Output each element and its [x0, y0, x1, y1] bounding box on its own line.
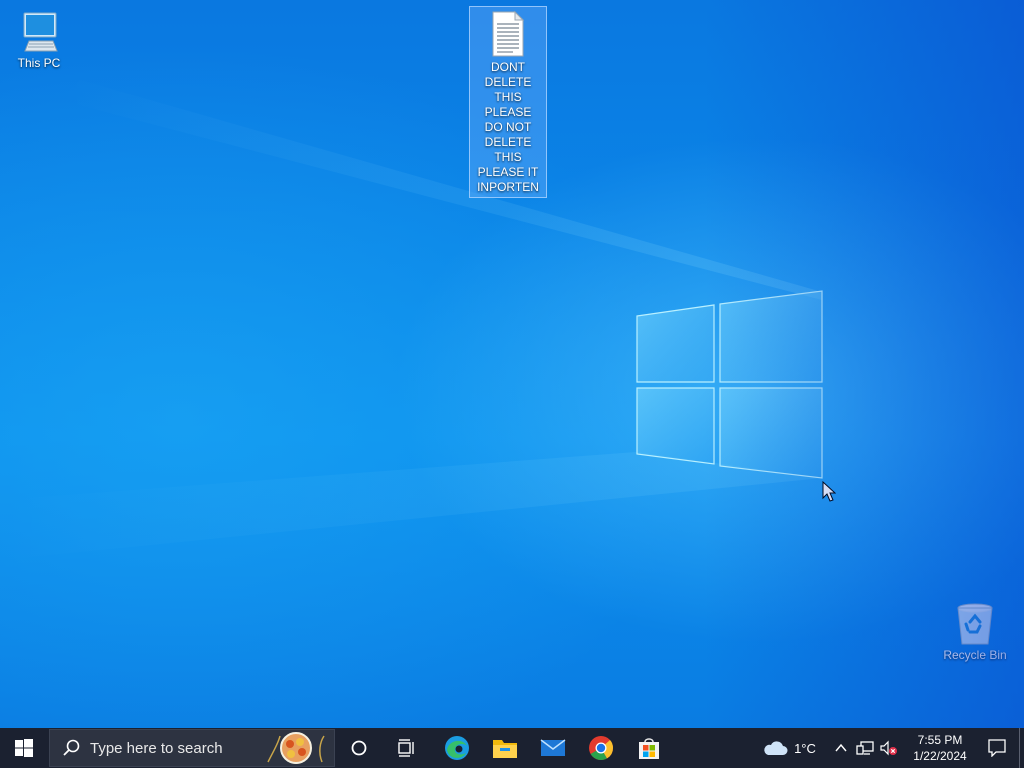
volume-button[interactable]	[877, 728, 901, 768]
start-button[interactable]	[0, 728, 48, 768]
search-input[interactable]: Type here to search	[49, 729, 335, 767]
store-bag-icon	[639, 738, 659, 759]
search-icon	[63, 739, 80, 756]
desktop-wallpaper: This PC DONT DELETE THIS PLEASE DO NOT D…	[0, 0, 1024, 728]
taskbar-app-file-explorer[interactable]	[481, 728, 529, 768]
computer-monitor-icon	[23, 12, 58, 52]
clock-date: 1/22/2024	[913, 749, 967, 763]
cloud-icon	[764, 741, 788, 755]
cortana-button[interactable]	[335, 728, 383, 768]
task-view-button[interactable]	[383, 728, 431, 768]
network-button[interactable]	[853, 728, 877, 768]
search-highlight-icon[interactable]	[262, 730, 332, 766]
desktop-icon-recycle-bin[interactable]: Recycle Bin	[937, 602, 1013, 663]
taskbar-app-mail[interactable]	[529, 728, 577, 768]
task-view-icon	[398, 739, 414, 757]
weather-widget[interactable]: 1°C	[753, 728, 825, 768]
show-hidden-icons-button[interactable]	[829, 728, 853, 768]
mail-envelope-icon	[540, 739, 566, 756]
clock-time: 7:55 PM	[917, 733, 963, 747]
desktop-icon-label: Recycle Bin	[943, 648, 1007, 662]
taskbar: Type here to search 1°C 7:55 PM 1/22/202…	[0, 728, 1024, 768]
network-icon	[856, 741, 874, 755]
edge-browser-icon	[445, 736, 469, 760]
mouse-cursor-icon	[822, 481, 836, 502]
windows-logo-icon	[15, 739, 33, 757]
folder-icon	[493, 740, 517, 758]
weather-temperature: 1°C	[794, 740, 816, 756]
desktop-icon-label: This PC	[17, 56, 61, 70]
desktop-icon-document[interactable]: DONT DELETE THIS PLEASE DO NOT DELETE TH…	[469, 6, 547, 198]
show-desktop-button[interactable]	[1019, 728, 1024, 768]
recycle-bin-icon	[957, 603, 993, 645]
desktop-icon-this-pc[interactable]: This PC	[1, 10, 77, 71]
action-center-button[interactable]	[975, 728, 1019, 768]
desktop-icon-label: DONT DELETE THIS PLEASE DO NOT DELETE TH…	[477, 60, 539, 194]
notification-icon	[988, 739, 1006, 757]
search-placeholder: Type here to search	[90, 739, 223, 757]
chevron-up-icon	[835, 743, 847, 752]
system-tray: 1°C 7:55 PM 1/22/2024	[753, 728, 1024, 768]
taskbar-app-store[interactable]	[625, 728, 673, 768]
taskbar-app-edge[interactable]	[433, 728, 481, 768]
taskbar-app-chrome[interactable]	[577, 728, 625, 768]
text-document-icon	[492, 10, 525, 57]
chrome-browser-icon	[589, 736, 614, 761]
cortana-circle-icon	[351, 740, 367, 756]
speaker-muted-icon	[880, 740, 897, 756]
taskbar-clock[interactable]: 7:55 PM 1/22/2024	[905, 732, 975, 764]
